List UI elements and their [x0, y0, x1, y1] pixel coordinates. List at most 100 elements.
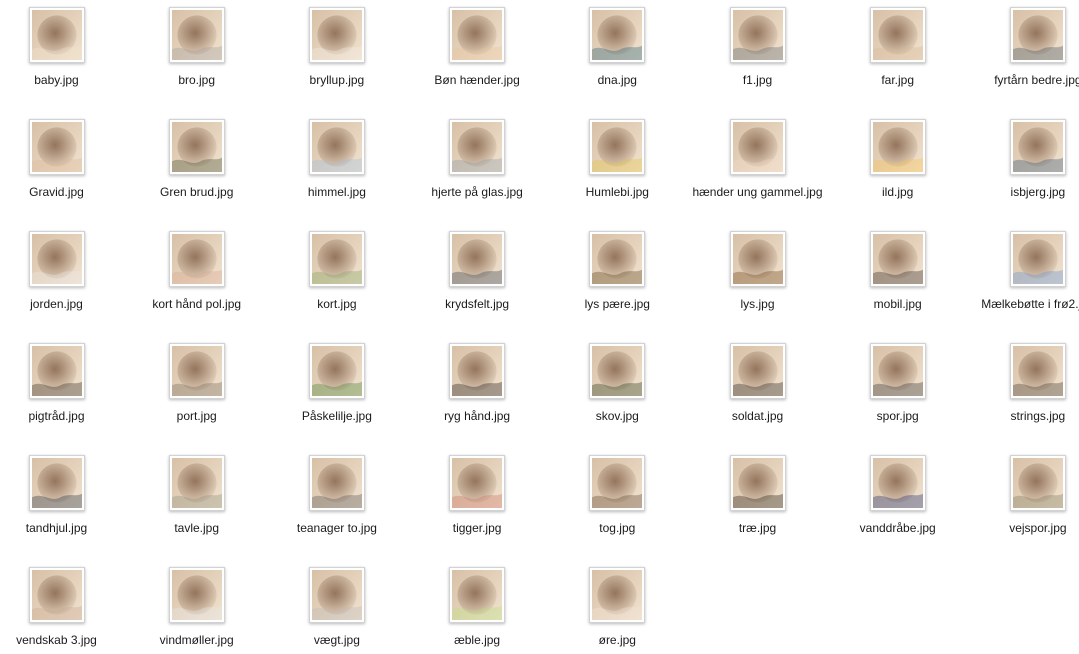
- file-item[interactable]: Bøn hænder.jpg: [407, 7, 547, 88]
- file-name-label[interactable]: Påskelilje.jpg: [267, 408, 407, 424]
- file-name-label[interactable]: vindmøller.jpg: [127, 632, 267, 648]
- file-name-label[interactable]: kort hånd pol.jpg: [127, 296, 267, 312]
- file-thumbnail[interactable]: [869, 119, 926, 175]
- file-item[interactable]: tigger.jpg: [407, 455, 547, 536]
- file-item[interactable]: Gravid.jpg: [0, 119, 127, 200]
- file-thumbnail[interactable]: [589, 231, 646, 287]
- file-thumbnail[interactable]: [28, 567, 85, 623]
- file-item[interactable]: teanager to.jpg: [267, 455, 407, 536]
- file-thumbnail[interactable]: [1009, 343, 1066, 399]
- file-item[interactable]: krydsfelt.jpg: [407, 231, 547, 312]
- file-name-label[interactable]: ryg hånd.jpg: [407, 408, 547, 424]
- file-item[interactable]: Mælkebøtte i frø2.jpg: [968, 231, 1079, 312]
- file-thumbnail[interactable]: [449, 7, 506, 63]
- file-thumbnail[interactable]: [308, 119, 365, 175]
- file-item[interactable]: kort.jpg: [267, 231, 407, 312]
- file-thumbnail[interactable]: [168, 119, 225, 175]
- file-name-label[interactable]: ild.jpg: [828, 184, 968, 200]
- file-item[interactable]: kort hånd pol.jpg: [127, 231, 267, 312]
- file-thumbnail[interactable]: [589, 455, 646, 511]
- file-item[interactable]: far.jpg: [828, 7, 968, 88]
- file-thumbnail[interactable]: [308, 567, 365, 623]
- file-name-label[interactable]: lys.jpg: [688, 296, 828, 312]
- file-item[interactable]: Påskelilje.jpg: [267, 343, 407, 424]
- file-thumbnail[interactable]: [308, 455, 365, 511]
- file-thumbnail[interactable]: [1009, 455, 1066, 511]
- file-item[interactable]: vanddråbe.jpg: [828, 455, 968, 536]
- file-thumbnail[interactable]: [1009, 119, 1066, 175]
- file-item[interactable]: vægt.jpg: [267, 567, 407, 648]
- file-name-label[interactable]: vejspor.jpg: [968, 520, 1079, 536]
- file-name-label[interactable]: øre.jpg: [547, 632, 687, 648]
- file-thumbnail[interactable]: [729, 455, 786, 511]
- file-item[interactable]: øre.jpg: [547, 567, 687, 648]
- file-item[interactable]: isbjerg.jpg: [968, 119, 1079, 200]
- file-name-label[interactable]: hjerte på glas.jpg: [407, 184, 547, 200]
- file-thumbnail[interactable]: [729, 343, 786, 399]
- file-item[interactable]: dna.jpg: [547, 7, 687, 88]
- file-item[interactable]: strings.jpg: [968, 343, 1079, 424]
- file-item[interactable]: lys.jpg: [688, 231, 828, 312]
- file-name-label[interactable]: Mælkebøtte i frø2.jpg: [968, 296, 1079, 312]
- file-thumbnail[interactable]: [28, 343, 85, 399]
- file-thumbnail[interactable]: [869, 7, 926, 63]
- file-item[interactable]: ryg hånd.jpg: [407, 343, 547, 424]
- file-thumbnail[interactable]: [589, 343, 646, 399]
- file-item[interactable]: lys pære.jpg: [547, 231, 687, 312]
- file-name-label[interactable]: port.jpg: [127, 408, 267, 424]
- file-thumbnail[interactable]: [449, 231, 506, 287]
- file-item[interactable]: skov.jpg: [547, 343, 687, 424]
- file-thumbnail[interactable]: [449, 119, 506, 175]
- file-thumbnail[interactable]: [308, 343, 365, 399]
- file-thumbnail[interactable]: [168, 343, 225, 399]
- file-name-label[interactable]: bro.jpg: [127, 72, 267, 88]
- file-item[interactable]: træ.jpg: [688, 455, 828, 536]
- file-item[interactable]: vindmøller.jpg: [127, 567, 267, 648]
- file-item[interactable]: mobil.jpg: [828, 231, 968, 312]
- file-name-label[interactable]: fyrtårn bedre.jpg: [968, 72, 1079, 88]
- file-thumbnail[interactable]: [729, 7, 786, 63]
- file-name-label[interactable]: isbjerg.jpg: [968, 184, 1079, 200]
- file-name-label[interactable]: tandhjul.jpg: [0, 520, 127, 536]
- file-name-label[interactable]: tog.jpg: [547, 520, 687, 536]
- file-thumbnail[interactable]: [168, 455, 225, 511]
- file-name-label[interactable]: Gren brud.jpg: [127, 184, 267, 200]
- file-thumbnail[interactable]: [1009, 231, 1066, 287]
- file-name-label[interactable]: vægt.jpg: [267, 632, 407, 648]
- file-thumbnail[interactable]: [28, 455, 85, 511]
- file-item[interactable]: vendskab 3.jpg: [0, 567, 127, 648]
- file-thumbnail[interactable]: [28, 119, 85, 175]
- file-name-label[interactable]: lys pære.jpg: [547, 296, 687, 312]
- file-thumbnail[interactable]: [168, 7, 225, 63]
- file-name-label[interactable]: soldat.jpg: [688, 408, 828, 424]
- file-name-label[interactable]: teanager to.jpg: [267, 520, 407, 536]
- file-thumbnail[interactable]: [449, 343, 506, 399]
- file-thumbnail[interactable]: [1009, 7, 1066, 63]
- file-name-label[interactable]: strings.jpg: [968, 408, 1079, 424]
- file-item[interactable]: vejspor.jpg: [968, 455, 1079, 536]
- file-thumbnail[interactable]: [168, 231, 225, 287]
- file-name-label[interactable]: baby.jpg: [0, 72, 127, 88]
- file-item[interactable]: tavle.jpg: [127, 455, 267, 536]
- file-thumbnail[interactable]: [729, 119, 786, 175]
- file-name-label[interactable]: mobil.jpg: [828, 296, 968, 312]
- file-thumbnail[interactable]: [729, 231, 786, 287]
- file-name-label[interactable]: himmel.jpg: [267, 184, 407, 200]
- file-thumbnail[interactable]: [449, 455, 506, 511]
- file-item[interactable]: port.jpg: [127, 343, 267, 424]
- file-name-label[interactable]: spor.jpg: [828, 408, 968, 424]
- file-item[interactable]: pigtråd.jpg: [0, 343, 127, 424]
- file-thumbnail[interactable]: [308, 7, 365, 63]
- file-name-label[interactable]: Bøn hænder.jpg: [407, 72, 547, 88]
- file-item[interactable]: himmel.jpg: [267, 119, 407, 200]
- file-thumbnail[interactable]: [28, 7, 85, 63]
- file-name-label[interactable]: bryllup.jpg: [267, 72, 407, 88]
- file-name-label[interactable]: skov.jpg: [547, 408, 687, 424]
- file-name-label[interactable]: Humlebi.jpg: [547, 184, 687, 200]
- file-item[interactable]: bro.jpg: [127, 7, 267, 88]
- file-name-label[interactable]: krydsfelt.jpg: [407, 296, 547, 312]
- file-name-label[interactable]: Gravid.jpg: [0, 184, 127, 200]
- file-thumbnail[interactable]: [589, 119, 646, 175]
- file-name-label[interactable]: dna.jpg: [547, 72, 687, 88]
- file-item[interactable]: soldat.jpg: [688, 343, 828, 424]
